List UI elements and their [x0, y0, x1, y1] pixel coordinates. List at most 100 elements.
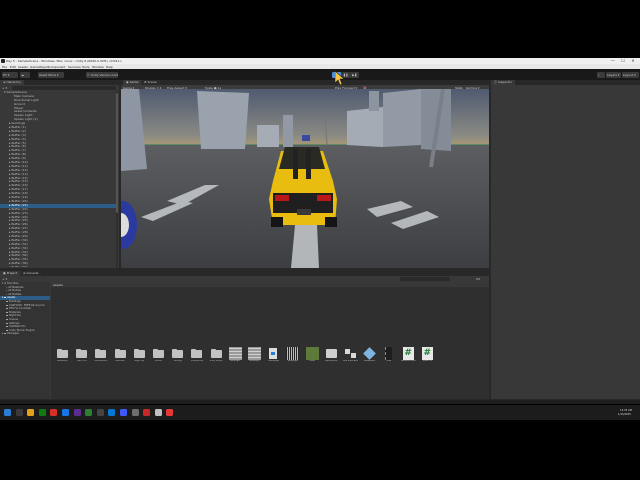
asset-item[interactable]: Night Sky: [133, 347, 146, 364]
asset-item[interactable]: Unity Terrain: [210, 347, 223, 364]
layers-dropdown[interactable]: Layers ▾: [606, 71, 621, 78]
menu-edit[interactable]: Edit: [10, 65, 16, 69]
taskbar-app-icon[interactable]: [131, 409, 139, 416]
taskbar-app-icon[interactable]: [85, 409, 93, 416]
asset-label: Environment: [94, 360, 108, 362]
asset-count-badge: 24: [476, 277, 480, 281]
folder-icon: [95, 348, 107, 358]
asset-item[interactable]: InputSystem: [325, 347, 338, 364]
asset-item[interactable]: CARTOON: [75, 347, 88, 364]
version-control-button[interactable]: ⛫ Unity Version Control ▾: [86, 71, 118, 78]
taskbar-app-icon[interactable]: [50, 409, 58, 416]
tab-console[interactable]: ≡ Console: [20, 271, 42, 276]
menu-gameobject[interactable]: GameObject: [30, 65, 49, 69]
taskbar-date: 1/15/2025: [618, 413, 631, 416]
asset-item[interactable]: road: [382, 347, 395, 364]
game-view[interactable]: [121, 89, 489, 268]
menu-services[interactable]: Services: [68, 65, 81, 69]
folder-icon: [191, 348, 203, 358]
taskbar-app-icon[interactable]: [108, 409, 116, 416]
csharp-script-icon: #: [421, 347, 433, 360]
tab-project[interactable]: ▣ Project: [0, 271, 21, 276]
tab-inspector[interactable]: ⓘ Inspector: [491, 80, 515, 85]
menu-component[interactable]: Component: [48, 65, 65, 69]
mouse-cursor-icon: [334, 70, 345, 86]
folder-icon: [133, 348, 145, 358]
hierarchy-panel: ≡ Hierarchy + ▾ ▾ SampleScene Main Camera…: [0, 80, 119, 268]
asset-item[interactable]: buildings3: [248, 347, 261, 364]
project-tree-item[interactable]: ▸ ▬ Packages: [0, 332, 50, 336]
tab-hierarchy[interactable]: ≡ Hierarchy: [0, 80, 24, 85]
taskbar-icons: [0, 405, 200, 420]
folder-icon: [114, 348, 126, 358]
asset-label: Grass: [309, 360, 315, 362]
menu-file[interactable]: File: [2, 65, 7, 69]
asset-item[interactable]: Grass: [305, 347, 319, 364]
asset-label: Scenes: [154, 360, 163, 362]
inspector-panel: ⓘ Inspector: [491, 80, 640, 399]
unity-editor-window: Day 5 - SampleScene - Windows, Mac, Linu…: [0, 58, 640, 420]
inspector-tab-bar: ⓘ Inspector: [491, 80, 640, 85]
asset-item[interactable]: Animation: [56, 347, 69, 364]
asset-label: TrafficCtrl: [422, 360, 433, 362]
taskbar-app-icon[interactable]: [96, 409, 104, 416]
taskbar-app-icon[interactable]: [120, 409, 127, 416]
taskbar-app-icon[interactable]: [166, 409, 174, 416]
hierarchy-tab-bar: ≡ Hierarchy: [0, 80, 119, 85]
cloud-button[interactable]: ☁: [20, 71, 30, 78]
taskbar-time: 12:33 AM: [620, 409, 632, 412]
project-panel: ▣ Project ≡ Console + ▾ 24 ▾ ★ Favorites…: [0, 271, 489, 399]
taskbar-app-icon[interactable]: [62, 409, 69, 416]
asset-item[interactable]: Buildings4: [267, 347, 280, 364]
step-button[interactable]: ▶❚: [350, 71, 359, 78]
taskbar-app-icon[interactable]: [15, 409, 23, 416]
asset-item[interactable]: # TrafficCtrl: [421, 347, 434, 364]
project-breadcrumb[interactable]: Assets: [53, 283, 63, 287]
menu-help[interactable]: Help: [106, 65, 113, 69]
project-folder-tree: ▾ ★ Favorites ⌕ All Materials ⌕ All Models…: [0, 282, 50, 399]
menu-window[interactable]: Window: [92, 65, 104, 69]
input-actions-icon: [345, 349, 350, 354]
taskbar-app-icon[interactable]: [154, 409, 162, 416]
hierarchy-search-input[interactable]: [12, 86, 116, 90]
hierarchy-item[interactable]: ▸ Buffer (37): [0, 265, 117, 267]
asset-store-button[interactable]: Asset Store ▾: [38, 71, 64, 78]
main-toolbar: DY ▾ ☁ Asset Store ▾ ⛫ Unity Version Con…: [0, 69, 640, 80]
asset-label: Buildings4: [268, 360, 279, 362]
search-icon[interactable]: ⌕: [597, 71, 605, 78]
taskbar-app-icon[interactable]: [73, 409, 81, 416]
folder-icon: [76, 348, 88, 358]
asset-item[interactable]: TextMeshPro: [190, 347, 203, 364]
input-system-icon: [325, 349, 337, 358]
asset-label: buildings3: [249, 360, 260, 362]
project-search-input[interactable]: [400, 276, 450, 281]
account-button[interactable]: DY ▾: [2, 71, 18, 78]
menu-tools[interactable]: Tools: [82, 65, 89, 69]
asset-label: Roadmaker: [364, 360, 376, 362]
asset-item[interactable]: Settings: [171, 347, 184, 364]
taskbar-app-icon[interactable]: [38, 409, 46, 416]
asset-label: RoadGenerator: [400, 360, 416, 362]
asset-item[interactable]: New Input Actions: [343, 347, 358, 364]
folder-icon: [172, 348, 184, 358]
layout-dropdown[interactable]: Layout ▾: [622, 71, 639, 78]
menu-assets[interactable]: Assets: [18, 65, 28, 69]
taskbar-app-icon[interactable]: [27, 409, 35, 416]
asset-item[interactable]: Roadmaker: [363, 347, 377, 364]
project-add-button[interactable]: + ▾: [2, 277, 7, 281]
taskbar-app-icon[interactable]: [4, 409, 11, 416]
windows-taskbar: 12:33 AM 1/15/2025: [0, 405, 640, 420]
asset-item[interactable]: buildings5: [286, 347, 300, 364]
asset-item[interactable]: buildings2: [228, 347, 242, 364]
asset-label: Settings: [173, 360, 182, 362]
taskbar-app-icon[interactable]: [143, 409, 151, 416]
prefab-cube-icon: [363, 347, 377, 360]
asset-item[interactable]: Scenes: [152, 347, 165, 364]
asset-item[interactable]: Materials: [114, 347, 127, 364]
asset-label: Unity Terrain: [209, 360, 223, 362]
hierarchy-add-button[interactable]: + ▾: [2, 86, 7, 90]
hierarchy-scrollbar[interactable]: [116, 91, 118, 267]
asset-item[interactable]: Environment: [94, 347, 107, 364]
asset-item[interactable]: # RoadGenerator: [400, 347, 416, 364]
window-title: Day 5 - SampleScene - Windows, Mac, Linu…: [6, 59, 122, 63]
